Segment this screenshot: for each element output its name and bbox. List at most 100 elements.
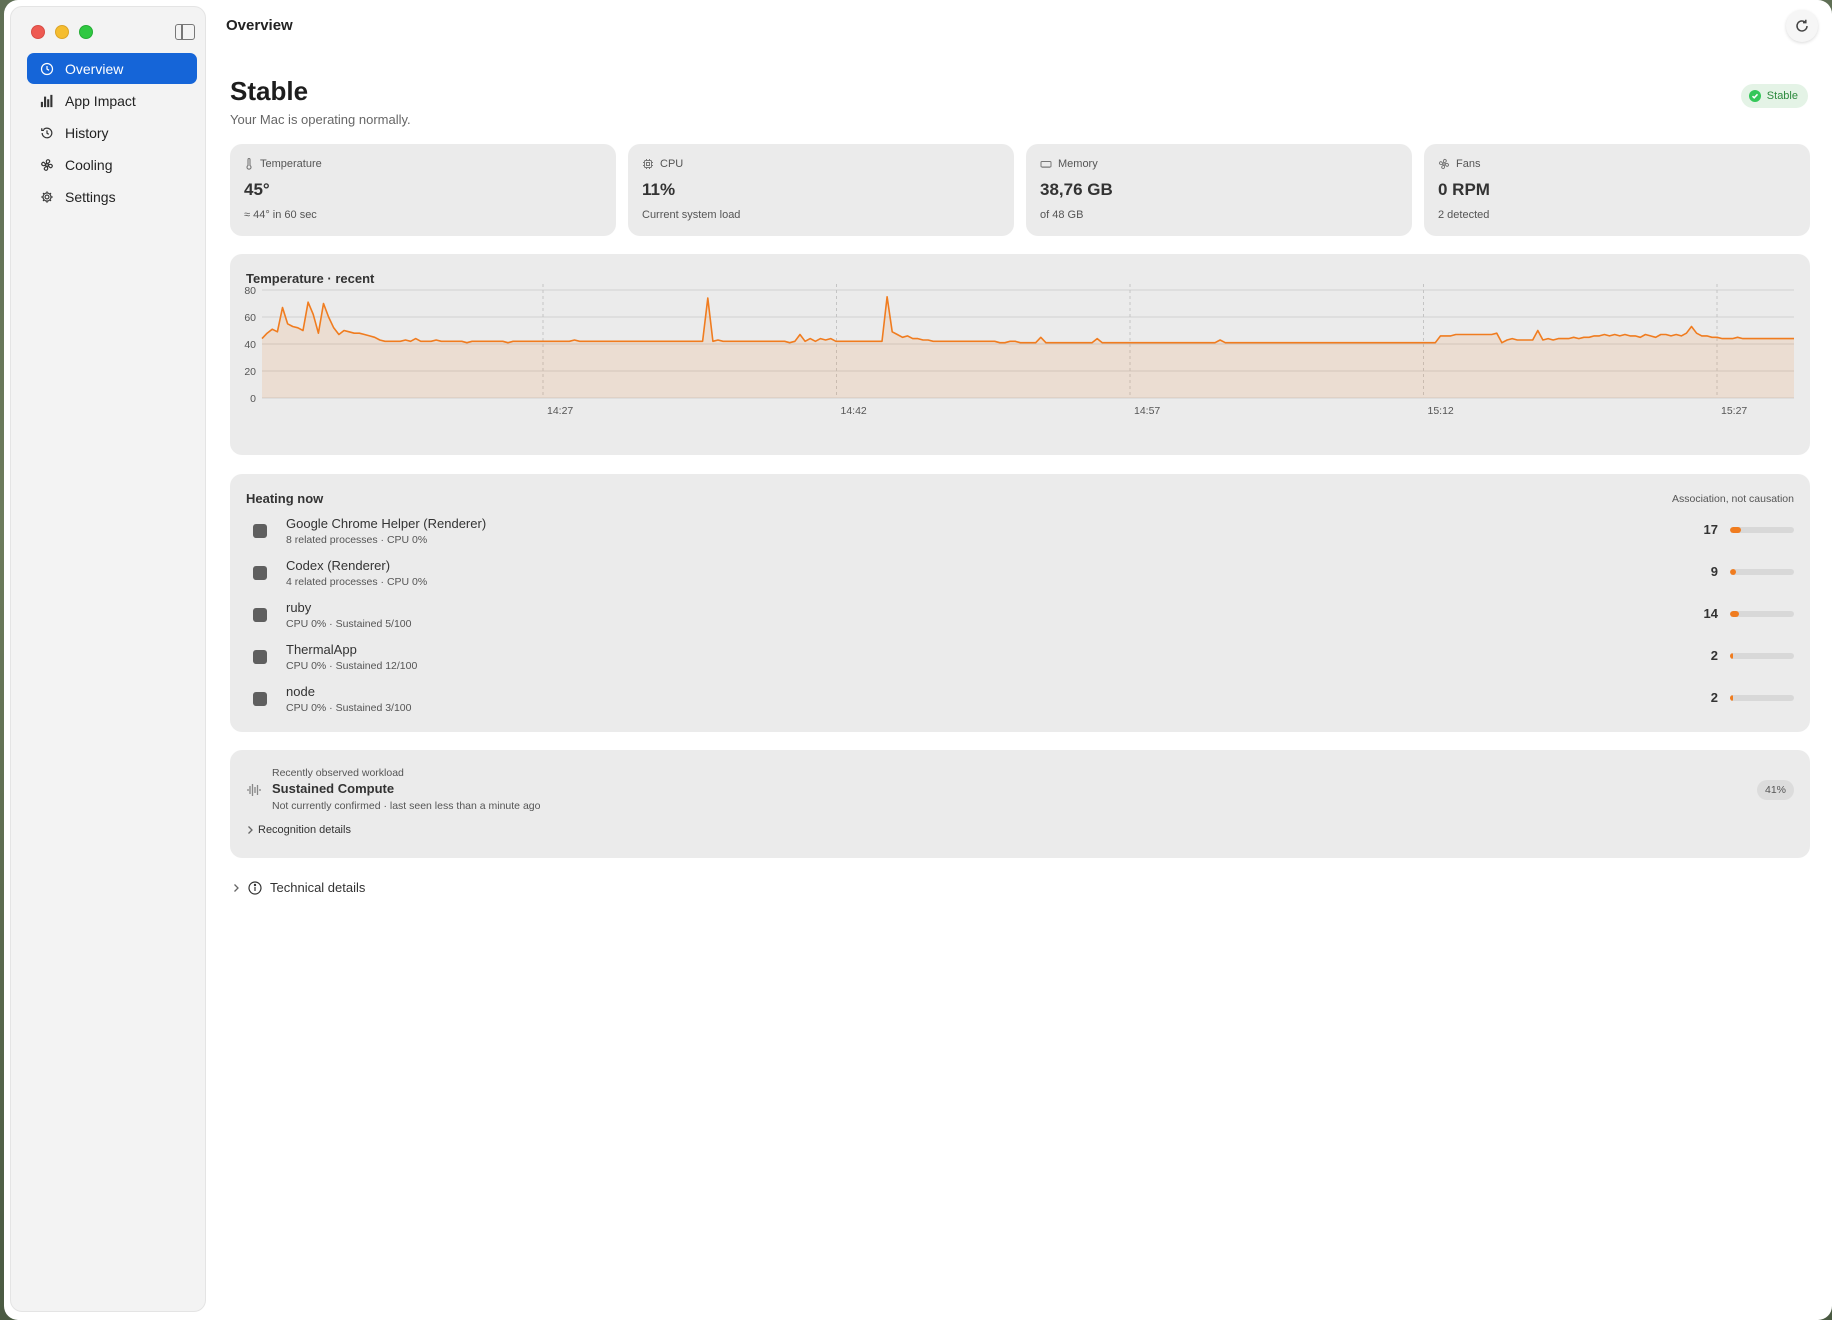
recognition-details-label: Recognition details <box>258 824 351 836</box>
card-sub: ≈ 44° in 60 sec <box>244 209 317 221</box>
app-name: ThermalApp <box>286 642 357 657</box>
checkmark-icon <box>1748 90 1761 102</box>
x-tick-label: 14:57 <box>1134 405 1160 417</box>
card-sub: 2 detected <box>1438 209 1490 221</box>
sidebar-item-label: Overview <box>65 60 124 77</box>
gear-icon <box>39 189 55 205</box>
sidebar-item-cooling[interactable]: Cooling <box>27 149 197 180</box>
minimize-window-button[interactable] <box>55 25 69 39</box>
x-tick-label: 15:27 <box>1721 405 1747 417</box>
app-icon <box>253 608 267 622</box>
card-value: 0 RPM <box>1438 180 1490 199</box>
app-meta: CPU 0% · Sustained 5/100 <box>286 618 412 630</box>
waveform-icon <box>247 784 261 796</box>
sidebar-item-overview[interactable]: Overview <box>27 53 197 84</box>
card-sub: of 48 GB <box>1040 209 1084 221</box>
sidebar-item-settings[interactable]: Settings <box>27 181 197 212</box>
sidebar-item-history[interactable]: History <box>27 117 197 148</box>
page-title: Stable <box>230 76 309 106</box>
workload-panel: Recently observed workload Sustained Com… <box>230 750 1810 858</box>
recognition-details-disclosure[interactable]: Recognition details <box>246 824 351 836</box>
chevron-right-icon <box>248 826 253 834</box>
app-icon <box>253 566 267 580</box>
page-subtitle: Your Mac is operating normally. <box>230 112 411 127</box>
thermometer-icon <box>246 158 252 170</box>
sidebar-item-label: History <box>65 124 109 141</box>
fan-icon <box>39 157 55 173</box>
app-meta: CPU 0% · Sustained 12/100 <box>286 660 418 672</box>
metric-cards: Temperature 45° ≈ 44° in 60 sec CPU 11% … <box>230 144 1810 236</box>
refresh-icon <box>1796 19 1808 32</box>
sidebar-item-label: App Impact <box>65 92 136 109</box>
impact-bar-fill <box>1730 695 1733 701</box>
card-value: 38,76 GB <box>1040 180 1113 199</box>
sidebar-toggle-icon[interactable] <box>175 24 195 40</box>
impact-score: 14 <box>1703 606 1718 621</box>
heating-note: Association, not causation <box>1672 493 1794 505</box>
card-value: 11% <box>642 180 676 199</box>
card-sub: Current system load <box>642 209 741 221</box>
app-window: Overview App Impact History Cooling Sett… <box>4 0 1832 1320</box>
workload-subtitle: Not currently confirmed · last seen less… <box>272 800 541 812</box>
status-badge: Stable <box>1740 84 1808 108</box>
memory-card: Memory 38,76 GB of 48 GB <box>1026 144 1412 236</box>
workload-title: Sustained Compute <box>272 781 395 796</box>
impact-bar <box>1730 653 1794 659</box>
heating-row[interactable]: node CPU 0% · Sustained 3/100 2 <box>246 684 1794 726</box>
heating-now-panel: Heating now Association, not causation G… <box>230 474 1810 732</box>
sidebar-nav: Overview App Impact History Cooling Sett… <box>27 53 197 213</box>
impact-bar <box>1730 527 1794 533</box>
x-tick-label: 14:27 <box>547 405 573 417</box>
confidence-badge: 41% <box>1756 780 1794 800</box>
temperature-card: Temperature 45° ≈ 44° in 60 sec <box>230 144 616 236</box>
temperature-chart-panel: Temperature · recent 0 20 40 60 80 14:27 14:42… <box>230 254 1810 455</box>
impact-bar-fill <box>1730 653 1733 659</box>
x-tick-label: 15:12 <box>1428 405 1454 417</box>
impact-score: 9 <box>1710 564 1718 579</box>
app-name: Codex (Renderer) <box>286 558 391 573</box>
app-name: ruby <box>286 600 312 615</box>
workload-kicker: Recently observed workload <box>272 767 404 779</box>
refresh-button[interactable] <box>1786 10 1818 42</box>
y-tick-label: 20 <box>244 366 256 378</box>
fan-icon <box>1439 159 1449 169</box>
info-icon <box>248 880 262 895</box>
y-tick-label: 60 <box>244 312 256 324</box>
sidebar-item-app-impact[interactable]: App Impact <box>27 85 197 116</box>
temperature-area <box>262 296 1794 398</box>
cpu-icon <box>643 159 653 169</box>
sidebar-item-label: Cooling <box>65 156 113 173</box>
zoom-window-button[interactable] <box>79 25 93 39</box>
overview-icon <box>39 61 55 77</box>
memory-icon <box>1040 161 1052 168</box>
y-tick-label: 80 <box>244 285 256 297</box>
impact-bar-fill <box>1730 527 1741 533</box>
heating-title: Heating now <box>246 491 324 506</box>
history-icon <box>39 125 55 141</box>
heating-row[interactable]: Codex (Renderer) 4 related processes · C… <box>246 558 1794 600</box>
card-value: 45° <box>244 180 270 199</box>
heating-row[interactable]: ThermalApp CPU 0% · Sustained 12/100 2 <box>246 642 1794 684</box>
card-label: Memory <box>1058 158 1098 170</box>
status-badge-label: Stable <box>1766 90 1798 102</box>
card-label: Temperature <box>260 158 322 170</box>
app-name: Google Chrome Helper (Renderer) <box>286 516 487 531</box>
close-window-button[interactable] <box>31 25 45 39</box>
temperature-line <box>261 296 1794 344</box>
y-tick-label: 0 <box>250 393 256 405</box>
app-icon <box>253 650 267 664</box>
sidebar: Overview App Impact History Cooling Sett… <box>10 6 206 1312</box>
technical-details-label: Technical details <box>270 880 366 895</box>
impact-bar-fill <box>1730 569 1736 575</box>
heating-row[interactable]: Google Chrome Helper (Renderer) 8 relate… <box>246 516 1794 558</box>
impact-bar-fill <box>1730 611 1739 617</box>
chevron-right-icon <box>234 883 239 892</box>
impact-bar <box>1730 695 1794 701</box>
app-name: node <box>286 684 315 699</box>
heating-row[interactable]: ruby CPU 0% · Sustained 5/100 14 <box>246 600 1794 642</box>
technical-details-disclosure[interactable]: Technical details <box>232 880 365 895</box>
bar-chart-icon <box>39 93 55 109</box>
y-tick-label: 40 <box>244 339 256 351</box>
impact-bar <box>1730 569 1794 575</box>
app-meta: 8 related processes · CPU 0% <box>286 534 428 546</box>
